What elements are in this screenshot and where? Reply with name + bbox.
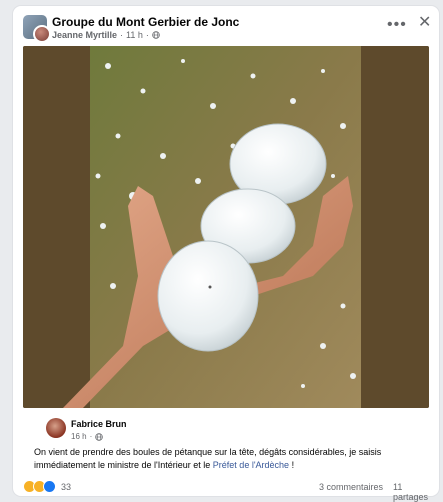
meta-separator: · xyxy=(120,30,124,40)
globe-icon xyxy=(95,432,104,441)
comments-count[interactable]: 3 commentaires xyxy=(319,482,383,492)
globe-icon xyxy=(152,31,160,39)
post-time[interactable]: 11 h xyxy=(126,30,143,40)
shares-count[interactable]: 11 partages xyxy=(393,482,433,502)
comment-text: On vient de prendre des boules de pétanq… xyxy=(34,446,426,472)
meta-separator: · xyxy=(145,30,149,40)
reaction-count[interactable]: 33 xyxy=(61,482,71,492)
prefet-link[interactable]: Préfet de l'Ardèche xyxy=(213,460,289,470)
group-avatar[interactable] xyxy=(23,15,51,43)
reactions-summary[interactable]: 33 xyxy=(23,480,71,493)
post-card: Groupe du Mont Gerbier de Jonc Jeanne My… xyxy=(13,6,439,502)
comment-text-before: On vient de prendre des boules de pétanq… xyxy=(34,447,382,470)
post-photo[interactable] xyxy=(23,46,429,408)
commenter-name[interactable]: Fabrice Brun xyxy=(71,419,127,429)
group-name[interactable]: Groupe du Mont Gerbier de Jonc xyxy=(52,15,239,29)
more-options-button[interactable]: ••• xyxy=(387,17,407,33)
comment-text-after: ! xyxy=(289,460,295,470)
comment-meta: 16 h · xyxy=(71,432,104,441)
close-button[interactable]: ✕ xyxy=(418,15,431,31)
comment-time[interactable]: 16 h xyxy=(71,432,87,441)
commenter-avatar[interactable] xyxy=(46,418,66,438)
hailstones-in-hand-image xyxy=(23,46,429,408)
comment-meta-separator: · xyxy=(89,432,93,441)
poster-name[interactable]: Jeanne Myrtille xyxy=(52,30,117,40)
post-footer: 33 3 commentaires 11 partages xyxy=(23,480,433,502)
comment-box: Fabrice Brun 16 h · On vient de prendre … xyxy=(26,408,430,478)
like-icon xyxy=(43,480,56,493)
post-meta: Jeanne Myrtille · 11 h · xyxy=(52,30,160,40)
poster-avatar[interactable] xyxy=(33,25,51,43)
